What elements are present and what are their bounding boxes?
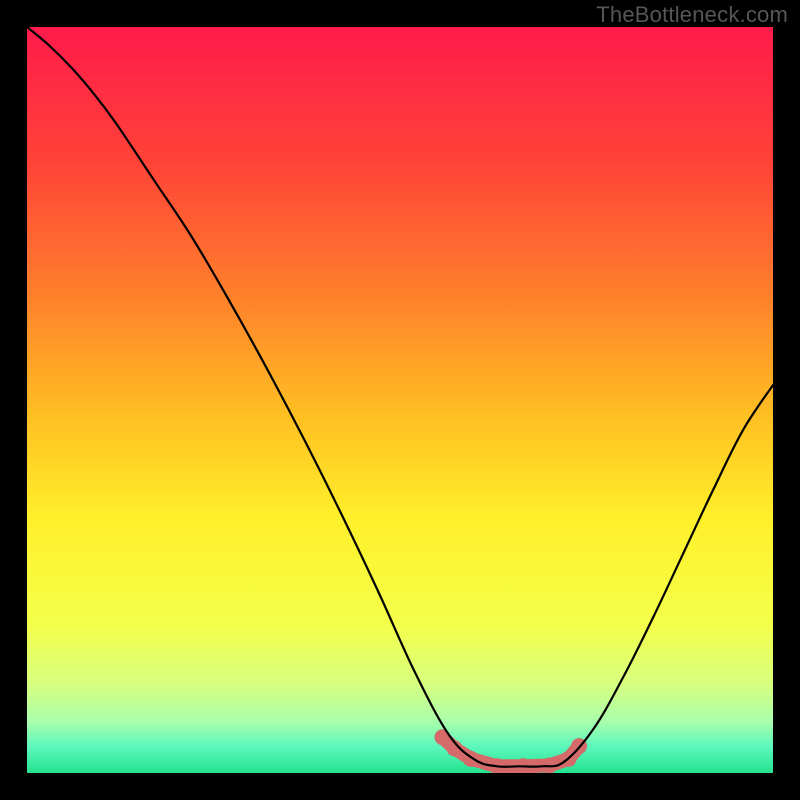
highlight-dot — [435, 729, 451, 745]
watermark-text: TheBottleneck.com — [596, 2, 788, 28]
bottleneck-chart — [0, 0, 800, 800]
chart-container: TheBottleneck.com — [0, 0, 800, 800]
plot-background — [27, 27, 773, 773]
